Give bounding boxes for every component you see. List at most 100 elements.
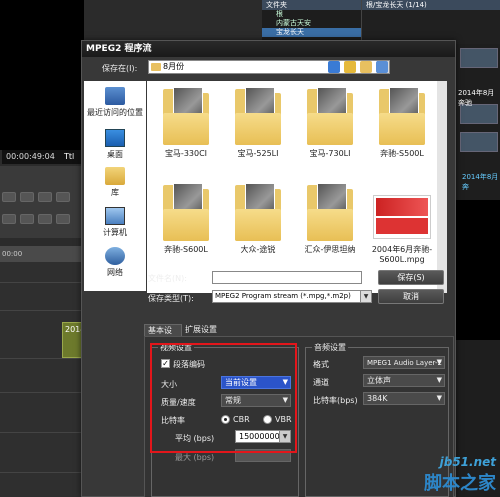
format-label: 格式	[313, 360, 329, 369]
places-bar: 最近访问的位置 桌面 库 计算机 网络	[84, 81, 146, 291]
save-button[interactable]: 保存(S)	[378, 270, 444, 285]
tool-icon[interactable]	[38, 214, 52, 224]
highlight-box	[150, 343, 297, 453]
folder-item[interactable]: 内蒙古天安	[262, 19, 361, 28]
folder-item[interactable]: 宝马-330CI	[151, 81, 221, 169]
folder-item[interactable]: 奔驰-S600L	[151, 177, 221, 265]
file-name: 奔驰-S600L	[164, 245, 208, 254]
place-library[interactable]: 库	[84, 165, 146, 205]
chevron-down-icon: ▼	[436, 358, 442, 366]
place-label: 库	[111, 188, 119, 197]
place-label: 桌面	[107, 150, 123, 159]
folder-item[interactable]: 大众-途锐	[223, 177, 293, 265]
look-in-label: 保存在(I):	[102, 64, 138, 73]
timeline-ruler[interactable]: 00:00	[0, 246, 84, 262]
folder-icon	[307, 87, 353, 149]
audio-group-title: 音频设置	[312, 342, 348, 353]
folder-icon	[235, 183, 281, 245]
chevron-down-icon: ▼	[436, 394, 442, 402]
desktop-icon	[105, 129, 125, 147]
library-icon	[105, 167, 125, 185]
folder-icon	[307, 183, 353, 245]
max-bitrate-label: 最大 (bps)	[175, 453, 215, 462]
clip-thumbnail[interactable]	[460, 48, 498, 68]
secondary-monitor	[456, 200, 500, 340]
thumbnail-panel: 根/宝龙长天 (1/14)	[362, 0, 500, 44]
sample-value: 384K	[367, 394, 388, 403]
sample-select[interactable]: 384K ▼	[363, 392, 445, 405]
filetype-label: 保存类型(T):	[148, 294, 194, 303]
folder-icon	[163, 87, 209, 149]
folder-icon	[235, 87, 281, 149]
dialog-title: MPEG2 程序流	[82, 41, 455, 57]
place-desktop[interactable]: 桌面	[84, 127, 146, 167]
format-value: MPEG1 Audio Layer-2	[367, 359, 442, 367]
watermark-name: 脚本之家	[424, 473, 496, 494]
video-file-item[interactable]: 2004年6月奔驰-S600L.mpg	[367, 177, 437, 265]
folder-icon	[379, 87, 425, 149]
timeline-label: Ttl	[64, 152, 75, 161]
folder-item[interactable]: 宝马-525LI	[223, 81, 293, 169]
channel-label: 通道	[313, 378, 329, 387]
recent-icon	[105, 87, 125, 105]
place-label: 计算机	[103, 228, 127, 237]
file-name: 2004年6月奔驰-S600L.mpg	[371, 245, 433, 264]
file-list[interactable]: 宝马-330CI 宝马-525LI 宝马-730LI 奔驰-S500L 奔驰-S…	[147, 81, 447, 293]
tool-icon[interactable]	[38, 192, 52, 202]
folder-item[interactable]: 汇众-伊思坦纳	[295, 177, 365, 265]
filetype-value: MPEG2 Program stream (*.mpg,*.m2p)	[215, 292, 351, 300]
file-name: 宝马-730LI	[309, 149, 351, 158]
computer-icon	[105, 207, 125, 225]
tab-extended-settings[interactable]: 扩展设置	[182, 324, 222, 336]
tool-icon[interactable]	[2, 214, 16, 224]
chevron-down-icon[interactable]: ▼	[360, 291, 371, 302]
folder-panel: 文件夹 根 内蒙古天安 宝龙长天	[262, 0, 362, 44]
folder-item[interactable]: 宝龙长天	[262, 28, 361, 37]
filename-input[interactable]	[212, 271, 362, 284]
place-computer[interactable]: 计算机	[84, 205, 146, 245]
chevron-down-icon: ▼	[436, 376, 442, 384]
back-icon[interactable]	[328, 61, 340, 73]
filename-label: 文件名(N):	[148, 274, 187, 283]
place-network[interactable]: 网络	[84, 245, 146, 285]
tool-icon[interactable]	[56, 214, 70, 224]
folder-panel-title: 文件夹	[262, 0, 361, 10]
watermark-url: jb51.net	[439, 455, 496, 469]
file-list-scrollbar[interactable]	[437, 81, 447, 293]
file-name: 奔驰-S500L	[380, 149, 424, 158]
tool-icon[interactable]	[56, 192, 70, 202]
side-label: 2014年8月奔	[462, 173, 499, 191]
folder-item[interactable]: 宝马-730LI	[295, 81, 365, 169]
tool-icon[interactable]	[20, 192, 34, 202]
folder-icon	[151, 63, 161, 71]
view-menu-icon[interactable]	[376, 61, 388, 73]
sample-label: 比特率(bps)	[313, 396, 358, 405]
up-folder-icon[interactable]	[344, 61, 356, 73]
clip-thumbnail[interactable]	[460, 132, 498, 152]
video-thumbnail-icon	[373, 195, 431, 239]
new-folder-icon[interactable]	[360, 61, 372, 73]
preview-monitor	[0, 0, 84, 150]
tool-icon[interactable]	[20, 214, 34, 224]
tab-basic-settings[interactable]: 基本设置	[144, 324, 182, 347]
timeline-tracks[interactable]	[0, 262, 84, 497]
file-name: 宝马-330CI	[164, 149, 208, 158]
file-name: 宝马-525LI	[237, 149, 279, 158]
format-select[interactable]: MPEG1 Audio Layer-2 ▼	[363, 356, 445, 369]
cancel-button[interactable]: 取消	[378, 289, 444, 304]
editor-toolbar	[0, 166, 84, 238]
watermark: jb51.net 脚本之家	[424, 455, 496, 495]
place-label: 最近访问的位置	[87, 108, 143, 117]
place-recent[interactable]: 最近访问的位置	[84, 85, 146, 125]
channel-value: 立体声	[367, 376, 391, 385]
folder-item[interactable]: 奔驰-S500L	[367, 81, 437, 169]
file-name: 大众-途锐	[240, 245, 276, 254]
folder-root[interactable]: 根	[262, 10, 361, 19]
network-icon	[105, 247, 125, 265]
place-label: 网络	[107, 268, 123, 277]
channel-select[interactable]: 立体声 ▼	[363, 374, 445, 387]
filetype-select[interactable]: MPEG2 Program stream (*.mpg,*.m2p) ▼	[212, 290, 372, 303]
file-name: 汇众-伊思坦纳	[304, 245, 356, 254]
tool-icon[interactable]	[2, 192, 16, 202]
side-label: 2014年8月奔驰	[458, 89, 495, 107]
